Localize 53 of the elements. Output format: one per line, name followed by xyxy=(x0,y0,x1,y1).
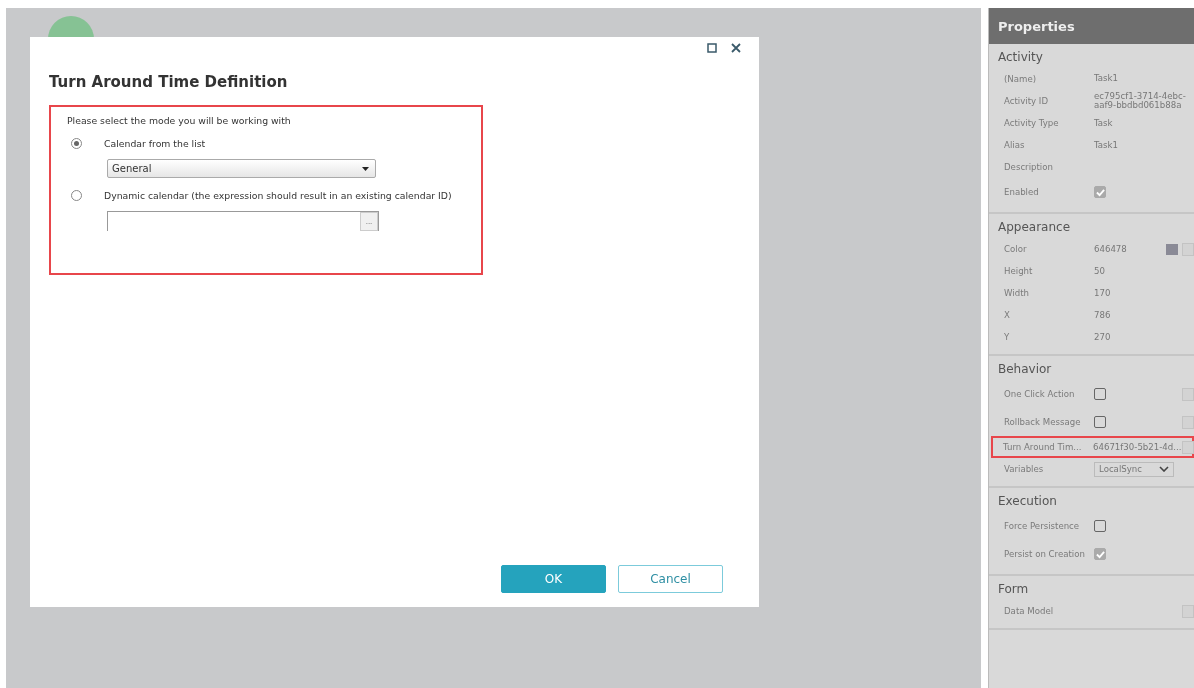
panel-title: Properties xyxy=(989,8,1194,44)
browse-button[interactable]: ... xyxy=(360,212,378,231)
section-title: Activity xyxy=(998,50,1044,64)
checkbox[interactable] xyxy=(1094,520,1106,533)
calendar-dropdown[interactable]: General xyxy=(107,159,376,178)
property-label: Width xyxy=(1004,288,1030,299)
expression-field[interactable]: ... xyxy=(107,211,379,231)
radio-button[interactable] xyxy=(71,138,82,149)
property-label: Alias xyxy=(1004,140,1026,151)
close-icon[interactable] xyxy=(731,43,741,53)
property-label: Activity Type xyxy=(1004,118,1060,129)
property-value: 170 xyxy=(1094,288,1111,298)
section-title: Execution xyxy=(998,494,1058,509)
checkbox[interactable] xyxy=(1094,416,1106,429)
check-icon xyxy=(1095,187,1105,197)
radio-button[interactable] xyxy=(71,190,82,201)
cancel-button[interactable]: Cancel xyxy=(618,565,723,593)
property-value: 786 xyxy=(1094,310,1111,320)
property-label: Enabled xyxy=(1004,187,1040,198)
check-icon xyxy=(1095,549,1105,559)
dialog-title: Turn Around Time Definition xyxy=(49,73,289,91)
property-label: Activity ID xyxy=(1004,96,1050,106)
property-label: Rollback Message xyxy=(1004,417,1082,428)
property-value: Task1 xyxy=(1094,140,1118,150)
property-label: Height xyxy=(1004,266,1034,277)
property-label: Y xyxy=(1004,332,1011,343)
caret-icon xyxy=(362,166,369,171)
property-value: Task xyxy=(1094,118,1113,128)
property-label: Data Model xyxy=(1004,606,1055,617)
section-title: Behavior xyxy=(998,362,1053,377)
section-title: Form xyxy=(998,582,1030,597)
property-value: 270 xyxy=(1094,332,1111,342)
property-value: Task1 xyxy=(1094,74,1118,84)
property-label: Variables xyxy=(1004,464,1045,475)
property-label: One Click Action xyxy=(1004,389,1076,400)
property-label: Force Persistence xyxy=(1004,521,1081,532)
chevron-icon xyxy=(1159,466,1169,473)
property-label: Color xyxy=(1004,244,1028,255)
prompt-text: Please select the mode you will be working with xyxy=(67,115,292,126)
property-label: (Name) xyxy=(1004,74,1038,84)
option-label: Calendar from the list xyxy=(104,138,206,149)
property-label: Turn Around Tim... xyxy=(1003,442,1083,453)
option-label: Dynamic calendar (the expression should result in an existing calendar ID) xyxy=(104,190,452,201)
property-value: 64671f30-5b21-4d... xyxy=(1093,442,1182,452)
checkbox[interactable] xyxy=(1094,388,1106,401)
property-value: 50 xyxy=(1094,266,1105,276)
property-value: 646478 xyxy=(1094,244,1127,254)
maximize-icon[interactable] xyxy=(707,43,717,53)
section-title: Appearance xyxy=(998,220,1072,235)
property-label: X xyxy=(1004,310,1011,321)
property-label: Persist on Creation xyxy=(1004,549,1086,560)
property-label: Description xyxy=(1004,162,1054,173)
property-value: ec795cf1-3714-4ebc-aaf9-bbdbd061b88a xyxy=(1094,92,1186,111)
